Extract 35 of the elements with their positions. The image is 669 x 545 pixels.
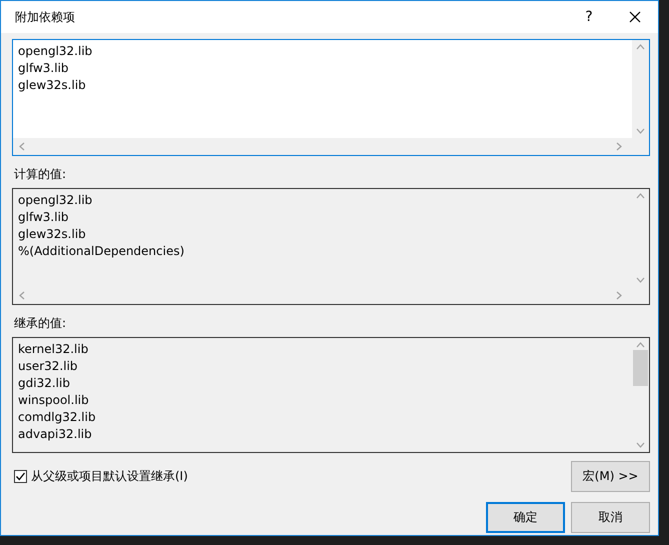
macros-button[interactable]: 宏(M) >> <box>571 461 650 492</box>
list-line: %(AdditionalDependencies) <box>18 243 186 260</box>
list-line: glfw3.lib <box>18 60 70 77</box>
inherited-label: 继承的值: <box>14 315 68 332</box>
dialog-button[interactable]: 取消 <box>571 502 650 533</box>
list-line: glew32s.lib <box>18 226 87 243</box>
list-line: glfw3.lib <box>18 209 70 226</box>
scroll-left-icon[interactable] <box>19 142 25 151</box>
scroll-right-icon[interactable] <box>616 142 622 151</box>
list-line: winspool.lib <box>18 392 90 409</box>
list-line: user32.lib <box>18 358 79 375</box>
scroll-up-icon[interactable] <box>636 193 645 199</box>
help-button[interactable]: ? <box>566 9 612 25</box>
list-line: opengl32.lib <box>18 43 94 60</box>
scroll-up-icon[interactable] <box>636 44 645 50</box>
list-line: glew32s.lib <box>18 77 87 94</box>
list-line: opengl32.lib <box>18 192 94 209</box>
scroll-left-icon[interactable] <box>19 291 25 300</box>
scroll-up-icon[interactable] <box>636 342 645 348</box>
close-icon[interactable] <box>629 11 641 23</box>
scroll-down-icon[interactable] <box>636 442 645 448</box>
list-line: comdlg32.lib <box>18 409 97 426</box>
checkbox-label: 从父级或项目默认设置继承(I) <box>31 468 188 485</box>
window-title: 附加依赖项 <box>15 8 76 26</box>
scroll-right-icon[interactable] <box>616 291 622 300</box>
checkbox[interactable] <box>14 470 27 483</box>
list-line: kernel32.lib <box>18 341 90 358</box>
scrollbar-thumb[interactable] <box>633 350 648 386</box>
dependencies-field[interactable]: opengl32.lib glfw3.lib glew32s.lib <box>12 39 650 156</box>
scroll-down-icon[interactable] <box>636 277 645 283</box>
computed-label: 计算的值: <box>14 166 68 183</box>
dialog-button[interactable]: 确定 <box>486 502 565 533</box>
scroll-down-icon[interactable] <box>636 128 645 134</box>
list-line: advapi32.lib <box>18 426 93 443</box>
list-line: gdi32.lib <box>18 375 71 392</box>
